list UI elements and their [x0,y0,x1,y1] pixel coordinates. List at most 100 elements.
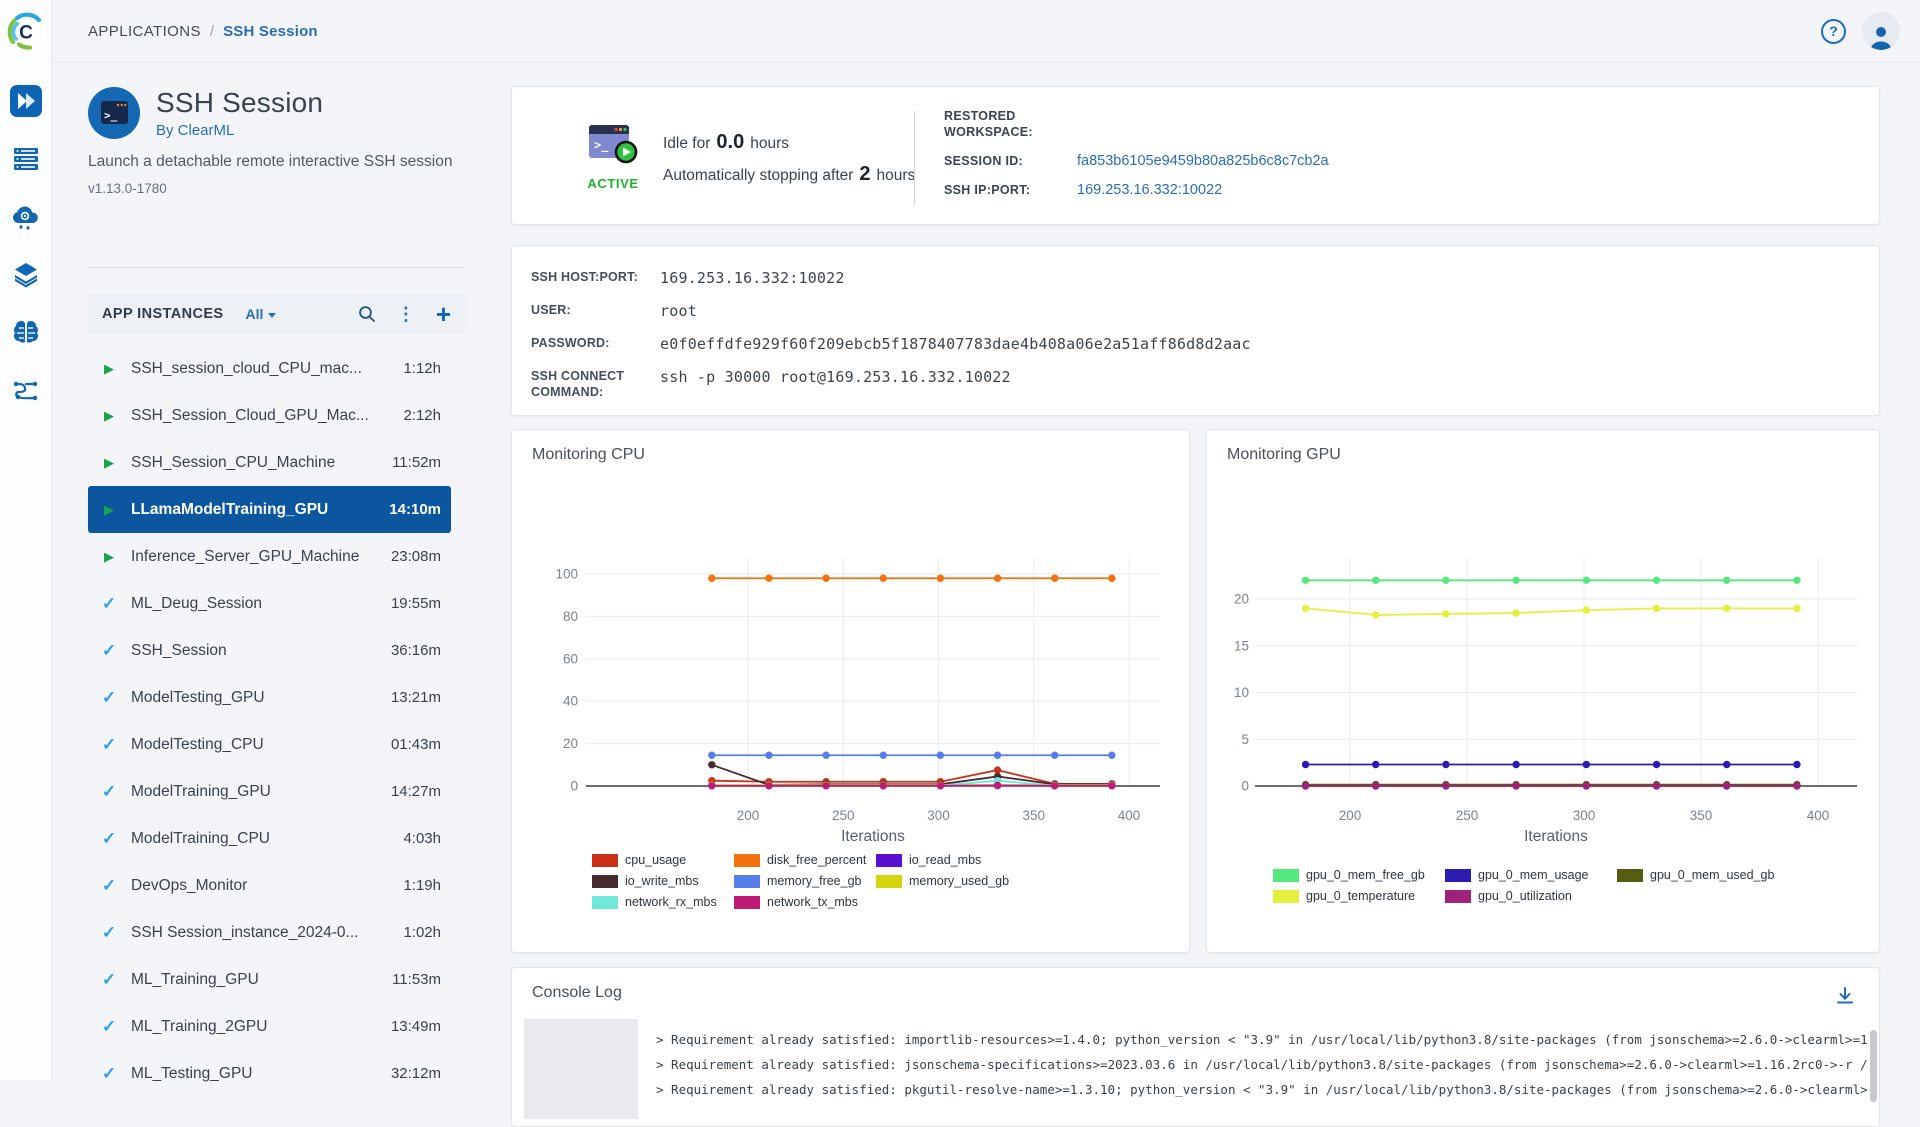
console-log-gutter [524,1019,638,1119]
instance-row[interactable]: ▶SSH_Session_CPU_Machine11:52m [88,439,451,486]
legend-item[interactable]: gpu_0_mem_used_gb [1617,868,1789,882]
legend-item[interactable]: gpu_0_temperature [1273,889,1445,903]
legend-label: io_read_mbs [909,853,981,867]
detail-value: root [660,302,697,320]
instance-duration: 11:52m [392,454,441,471]
legend-label: gpu_0_temperature [1306,889,1415,903]
legend-item[interactable]: disk_free_percent [734,853,876,867]
instances-filter-dropdown[interactable]: All [246,306,277,322]
instance-row[interactable]: ✓DevOps_Monitor1:19h [88,862,451,909]
legend-item[interactable]: cpu_usage [592,853,734,867]
instance-name: SSH_Session_CPU_Machine [131,454,392,472]
ssh-details-card: SSH HOST:PORT:169.253.16.332:10022USER:r… [511,245,1880,416]
instance-row[interactable]: ✓ModelTraining_GPU14:27m [88,768,451,815]
cpu-chart-title: Monitoring CPU [532,446,645,464]
instance-row[interactable]: ✓ML_Training_2GPU13:49m [88,1003,451,1050]
nav-models[interactable] [10,317,42,349]
nav-applications[interactable] [10,85,42,117]
svg-text:10: 10 [1234,685,1249,700]
status-field-value[interactable]: 169.253.16.332:10022 [1077,182,1222,198]
session-status-card: >_ ACTIVE Idle for0.0hours Automatically… [511,86,1880,225]
instance-duration: 1:19h [403,877,441,894]
instance-duration: 2:12h [403,407,441,424]
instance-duration: 01:43m [391,736,441,753]
legend-label: network_rx_mbs [625,895,717,909]
instance-row[interactable]: ▶LLamaModelTraining_GPU14:10m [88,486,451,533]
completed-icon: ✓ [100,1064,118,1084]
instance-name: SSH_session_cloud_CPU_mac... [131,360,403,378]
console-scrollbar[interactable] [1870,1030,1877,1102]
running-icon: ▶ [100,501,118,519]
instance-duration: 13:49m [391,1018,441,1035]
app-description: Launch a detachable remote interactive S… [88,153,452,171]
nav-datasets[interactable] [10,259,42,291]
status-field-row: SESSION ID:fa853b6105e9459b80a825b6c8c7c… [944,153,1329,169]
legend-item[interactable]: memory_free_gb [734,874,876,888]
instance-row[interactable]: ▶SSH_Session_Cloud_GPU_Mac...2:12h [88,392,451,439]
detail-label: SSH HOST:PORT: [531,269,660,287]
console-log-lines[interactable]: > Requirement already satisfied: importl… [638,1019,1867,1119]
running-icon: ▶ [100,548,118,566]
chevron-down-icon [268,313,276,318]
instance-row[interactable]: ✓SSH Session_instance_2024-0...1:02h [88,909,451,956]
legend-item[interactable]: memory_used_gb [876,874,1018,888]
legend-item[interactable]: io_write_mbs [592,874,734,888]
console-log-line: > Requirement already satisfied: pkgutil… [656,1077,1867,1102]
instance-row[interactable]: ✓SSH_Session36:16m [88,627,451,674]
brain-icon [13,321,39,345]
completed-icon: ✓ [100,641,118,661]
instance-row[interactable]: ✓ML_Deug_Session19:55m [88,580,451,627]
instance-row[interactable]: ▶ SSH_session_cloud_CPU_mac...1:12h [88,345,451,392]
completed-icon: ✓ [100,594,118,614]
legend-item[interactable]: gpu_0_utilization [1445,889,1617,903]
legend-label: memory_used_gb [909,874,1009,888]
svg-text:C: C [19,22,33,43]
nav-workers-queues[interactable] [10,143,42,175]
search-icon[interactable] [358,305,376,323]
clearml-logo[interactable]: C [0,0,52,63]
user-avatar[interactable] [1862,12,1900,50]
console-log-line: > Requirement already satisfied: jsonsch… [656,1052,1867,1077]
svg-text:60: 60 [563,651,578,666]
breadcrumb-applications[interactable]: APPLICATIONS [88,23,201,40]
legend-label: gpu_0_mem_used_gb [1650,868,1774,882]
instance-row[interactable]: ✓ML_Testing_GPU32:12m [88,1050,451,1097]
instance-row[interactable]: ▶Inference_Server_GPU_Machine23:08m [88,533,451,580]
svg-text:0: 0 [570,779,578,794]
legend-item[interactable]: io_read_mbs [876,853,1018,867]
cpu-chart-legend: cpu_usage disk_free_percent io_read_mbs io_… [592,853,1018,909]
kebab-menu-icon[interactable]: ⋮ [397,305,415,323]
help-icon[interactable]: ? [1821,19,1846,44]
legend-item[interactable]: network_rx_mbs [592,895,734,909]
instance-name: ML_Deug_Session [131,595,391,613]
instance-row[interactable]: ✓ModelTraining_CPU4:03h [88,815,451,862]
legend-swatch [1445,890,1471,903]
legend-item[interactable]: network_tx_mbs [734,895,876,909]
nav-cloud-autoscaler[interactable] [10,201,42,233]
instance-name: ModelTesting_CPU [131,736,391,754]
detail-row: SSH CONNECT COMMAND:ssh -p 30000 root@16… [531,368,1879,400]
instance-duration: 36:16m [391,642,441,659]
legend-label: disk_free_percent [767,853,866,867]
app-version: v1.13.0-1780 [88,181,167,196]
instance-row[interactable]: ✓ModelTesting_CPU01:43m [88,721,451,768]
app-byline-link[interactable]: By ClearML [156,122,323,139]
completed-icon: ✓ [100,782,118,802]
person-icon [1868,24,1894,50]
instance-duration: 1:12h [403,360,441,377]
completed-icon: ✓ [100,829,118,849]
status-field-value[interactable]: fa853b6105e9459b80a825b6c8c7cb2a [1077,153,1329,169]
download-log-icon[interactable] [1835,986,1855,1011]
server-rack-icon [13,147,39,171]
legend-item[interactable]: gpu_0_mem_usage [1445,868,1617,882]
instance-row[interactable]: ✓ModelTesting_GPU13:21m [88,674,451,721]
instance-name: ML_Training_2GPU [131,1018,391,1036]
legend-swatch [1273,890,1299,903]
legend-item[interactable]: gpu_0_mem_free_gb [1273,868,1445,882]
gpu-chart-title: Monitoring GPU [1227,446,1341,464]
nav-pipelines[interactable] [10,375,42,407]
instance-row[interactable]: ✓ML_Training_GPU11:53m [88,956,451,1003]
running-icon: ▶ [100,360,118,378]
add-instance-button[interactable]: + [436,304,451,325]
instance-duration: 23:08m [391,548,441,565]
